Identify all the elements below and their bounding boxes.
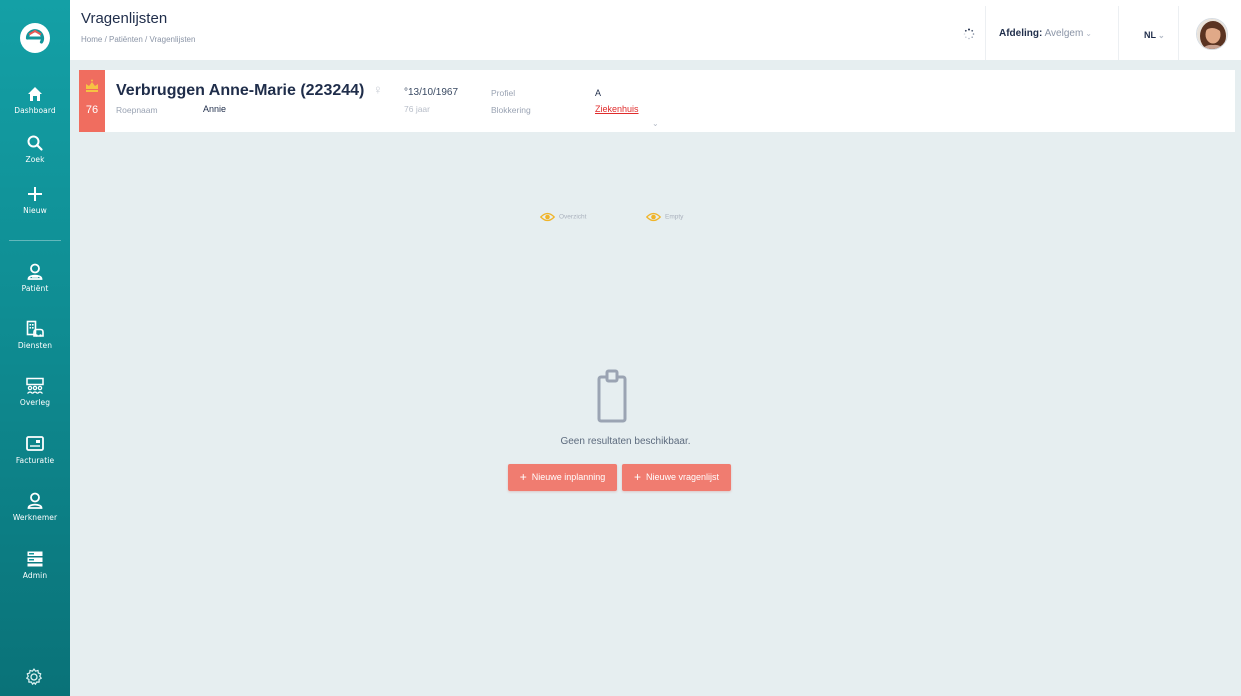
- sidebar-divider: [9, 240, 61, 241]
- chevron-down-icon: ⌄: [1158, 31, 1165, 40]
- sidebar-item-overleg[interactable]: Overleg: [0, 376, 70, 407]
- expand-chevron-icon[interactable]: ⌄: [652, 119, 659, 128]
- app-logo[interactable]: [20, 23, 50, 53]
- sidebar-item-label: Diensten: [17, 341, 53, 350]
- user-avatar[interactable]: [1196, 18, 1228, 50]
- sidebar-item-admin[interactable]: Admin: [0, 549, 70, 580]
- divider: [1178, 6, 1179, 60]
- sidebar-item-diensten[interactable]: Diensten: [0, 319, 70, 350]
- nickname-label: Roepnaam: [116, 105, 158, 115]
- department-label: Afdeling:: [999, 28, 1043, 39]
- toggle-overview[interactable]: Overzicht: [539, 212, 587, 222]
- sidebar-item-label: Dashboard: [14, 106, 56, 115]
- plus-icon: +: [633, 470, 641, 484]
- female-gender-icon: ♀: [373, 82, 383, 97]
- breadcrumb[interactable]: Home / Patiënten / Vragenlijsten: [81, 35, 195, 44]
- admin-icon: [27, 551, 43, 567]
- date-of-birth: °13/10/1967: [404, 87, 459, 98]
- patient-name: Verbruggen Anne-Marie (223244): [116, 82, 365, 99]
- loading-spinner-icon: [963, 28, 975, 40]
- toggle-overview-label: Overzicht: [559, 213, 587, 221]
- sidebar: Dashboard Zoek Nieuw Patiënt Diensten Ov…: [0, 0, 70, 696]
- department-value: Avelgem: [1044, 28, 1084, 39]
- blocking-link[interactable]: Ziekenhuis: [595, 104, 639, 114]
- toggle-empty-label: Empty: [665, 213, 684, 221]
- sidebar-item-label: Zoek: [25, 155, 45, 164]
- sidebar-item-label: Nieuw: [23, 206, 47, 215]
- meeting-icon: [26, 377, 44, 394]
- sidebar-item-nieuw[interactable]: Nieuw: [0, 184, 70, 215]
- nickname-value: Annie: [203, 104, 227, 114]
- employee-icon: [27, 492, 43, 509]
- age-badge: 76: [79, 70, 105, 132]
- services-icon: [26, 320, 44, 337]
- settings-gear-icon[interactable]: [24, 667, 44, 687]
- search-icon: [27, 135, 43, 151]
- sidebar-item-patient[interactable]: Patiënt: [0, 262, 70, 293]
- new-planning-button[interactable]: + Nieuwe inplanning: [508, 464, 617, 491]
- language-selector[interactable]: NL ⌄: [1144, 30, 1165, 40]
- age-years: 76 jaar: [404, 104, 430, 114]
- divider: [1118, 6, 1119, 60]
- chevron-down-icon: ⌄: [1085, 29, 1092, 38]
- new-questionnaire-button[interactable]: + Nieuwe vragenlijst: [622, 464, 731, 491]
- new-planning-label: Nieuwe inplanning: [531, 472, 606, 482]
- eye-icon: [539, 212, 556, 222]
- eye-icon: [645, 212, 662, 222]
- profile-label: Profiel: [491, 88, 516, 98]
- divider: [985, 6, 986, 60]
- empty-state-message: Geen resultaten beschikbaar.: [560, 436, 691, 447]
- clipboard-icon: [597, 369, 627, 423]
- sidebar-item-dashboard[interactable]: Dashboard: [0, 84, 70, 115]
- blocking-label: Blokkering: [491, 105, 531, 115]
- patient-card: 76 Verbruggen Anne-Marie (223244) ♀ Roep…: [79, 70, 1235, 132]
- age-value: 76: [85, 104, 99, 116]
- sidebar-item-zoek[interactable]: Zoek: [0, 133, 70, 164]
- department-selector[interactable]: Afdeling: Avelgem ⌄: [999, 28, 1092, 39]
- page-title: Vragenlijsten: [81, 10, 168, 27]
- plus-icon: [28, 187, 42, 201]
- new-questionnaire-label: Nieuwe vragenlijst: [645, 472, 720, 482]
- crown-icon: [86, 79, 98, 92]
- sidebar-item-label: Overleg: [19, 398, 51, 407]
- sidebar-item-label: Facturatie: [15, 456, 55, 465]
- sidebar-item-werknemer[interactable]: Werknemer: [0, 491, 70, 522]
- patient-icon: [27, 263, 43, 280]
- sidebar-item-label: Patiënt: [21, 284, 49, 293]
- sidebar-item-label: Admin: [22, 571, 48, 580]
- profile-value: A: [595, 88, 602, 98]
- top-bar: Vragenlijsten Home / Patiënten / Vragenl…: [70, 0, 1241, 60]
- sidebar-item-label: Werknemer: [12, 513, 58, 522]
- home-icon: [28, 87, 42, 101]
- logo-icon: [21, 24, 49, 52]
- language-value: NL: [1144, 30, 1156, 40]
- plus-icon: +: [519, 470, 527, 484]
- toggle-empty[interactable]: Empty: [645, 212, 684, 222]
